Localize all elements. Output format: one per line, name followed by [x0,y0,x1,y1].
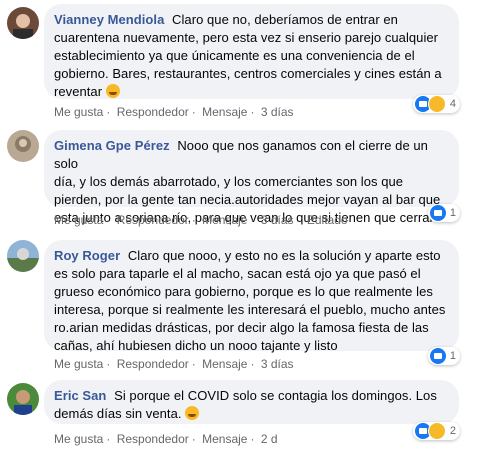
timestamp-link[interactable]: 3 días [261,357,294,371]
comment-line: Claro que no, deberíamos de entrar en [172,12,398,27]
reaction-summary[interactable]: 1 [427,204,460,222]
haha-icon [427,95,446,113]
author-name[interactable]: Gimena Gpe Pérez [54,138,170,153]
author-name[interactable]: Eric San [54,388,106,403]
reaction-count: 4 [449,98,456,110]
reaction-summary[interactable]: 1 [427,347,460,365]
timestamp-link[interactable]: 3 días [261,213,294,227]
comment-line: interesa, porque si realmente les intere… [54,302,446,317]
reaction-count: 1 [449,207,456,219]
message-link[interactable]: Mensaje [202,357,247,371]
comment-line: demás días sin venta. [54,406,182,421]
comment-line: grueso económico para gobierno, porque e… [54,284,433,299]
comment-bubble: Vianney Mendiola Claro que no, deberíamo… [44,4,459,99]
comment-line: gobierno. Bares, restaurantes, centros c… [54,66,442,81]
smiling-face-icon [105,84,120,98]
reply-link[interactable]: Respondedor [117,432,189,446]
reply-link[interactable]: Respondedor [117,105,189,119]
message-link[interactable]: Mensaje [202,105,247,119]
edited-label[interactable]: Editado [307,213,348,227]
comment-line: Si porque el COVID solo se contagia los … [114,388,437,403]
timestamp-link[interactable]: 2 d [261,432,278,446]
like-icon [429,205,446,221]
reaction-summary[interactable]: 2 [412,422,460,440]
sad-face-icon [185,406,200,420]
comment-line: cuarentena nuevamente, pero esta vez si … [54,30,439,45]
author-name[interactable]: Roy Roger [54,248,120,263]
like-link[interactable]: Me gusta [54,213,103,227]
comment-line: es solo para taparle el al macho, sacan … [54,266,421,281]
like-link[interactable]: Me gusta [54,432,103,446]
reaction-summary[interactable]: 4 [412,95,460,113]
comment-actions: Me gusta · Respondedor · Mensaje · 2 d [54,432,278,446]
like-icon [429,348,446,364]
reply-link[interactable]: Respondedor [117,213,189,227]
comment-line: Claro que nooo, y esto no es la solución… [127,248,441,263]
reaction-count: 2 [449,425,456,437]
comment-bubble: Eric San Si porque el COVID solo se cont… [44,380,459,424]
avatar[interactable] [7,383,39,415]
avatar[interactable] [7,7,39,39]
comment-line: cañas, ahí hubiesen dicho un nooo tajant… [54,338,338,353]
comment-bubble: Gimena Gpe Pérez Nooo que nos ganamos co… [44,130,459,225]
reaction-count: 1 [449,350,456,362]
comment-line: establecimiento ya que únicamente es una… [54,48,415,63]
author-name[interactable]: Vianney Mendiola [54,12,164,27]
comment-line: reventar [54,84,103,99]
comment-actions: Me gusta · Respondedor · Mensaje · 3 días · … [54,213,348,227]
comment-bubble: Roy Roger Claro que nooo, y esto no es l… [44,240,459,353]
haha-icon [427,422,446,440]
like-link[interactable]: Me gusta [54,105,103,119]
message-link[interactable]: Mensaje [202,213,247,227]
comment-actions: Me gusta · Respondedor · Mensaje · 3 días [54,105,294,119]
comment-line: ro.arian medidas drásticas, por decir al… [54,320,429,335]
comment-actions: Me gusta · Respondedor · Mensaje · 3 días [54,357,294,371]
comment-line: pierden, por la gente tan necia.autorida… [54,192,441,207]
avatar[interactable] [7,240,39,272]
timestamp-link[interactable]: 3 días [261,105,294,119]
reply-link[interactable]: Respondedor [117,357,189,371]
like-link[interactable]: Me gusta [54,357,103,371]
message-link[interactable]: Mensaje [202,432,247,446]
avatar[interactable] [7,130,39,162]
comment-line: día, y los demás abarrotado, y los comer… [54,174,404,189]
